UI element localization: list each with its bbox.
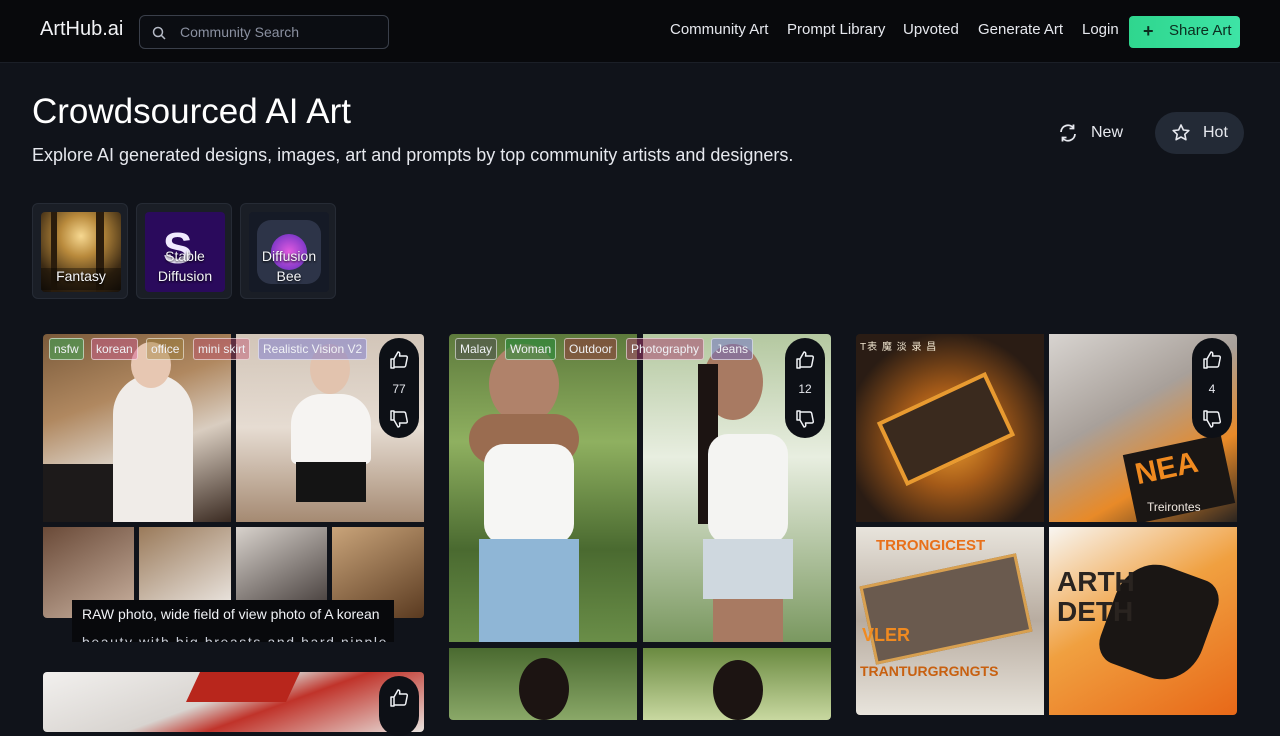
tag-chip[interactable]: office	[146, 338, 185, 360]
post-image[interactable]	[449, 648, 637, 720]
vote-count: 77	[392, 382, 406, 396]
vote-widget	[379, 676, 419, 736]
post-card[interactable]	[449, 334, 831, 720]
thumbs-down-icon[interactable]	[795, 409, 815, 429]
art-text: T表 魔 淡 录 昌	[860, 342, 938, 353]
sort-new-button[interactable]: New	[1050, 114, 1140, 152]
tag-chip[interactable]: Outdoor	[564, 338, 618, 360]
category-fantasy[interactable]: Fantasy	[32, 203, 128, 299]
tag-chip[interactable]: mini skirt	[193, 338, 251, 360]
vote-count: 4	[1208, 382, 1216, 396]
category-stable-diffusion[interactable]: S Stable Diffusion	[136, 203, 232, 299]
thumbs-down-icon[interactable]	[1202, 409, 1222, 429]
tag-chip[interactable]: Photography	[626, 338, 705, 360]
art-text: TRANTURGRGNGTS	[860, 663, 999, 679]
plus-icon: +	[1143, 21, 1154, 41]
vote-widget: 12	[785, 338, 825, 438]
nav-upvoted[interactable]: Upvoted	[903, 21, 959, 38]
post-image[interactable]: TRRONGICEST VLER TRANTURGRGNGTS	[856, 527, 1044, 715]
tag-chip[interactable]: Realistic Vision V2	[258, 338, 368, 360]
post-image[interactable]	[43, 334, 231, 522]
sort-new-label: New	[1091, 124, 1124, 141]
vote-widget: 77	[379, 338, 419, 438]
prompt-text: beauty with big breasts and hard nipple …	[82, 634, 394, 642]
tag-chip[interactable]: Malay	[455, 338, 498, 360]
search-icon	[152, 26, 166, 40]
vote-widget: 4	[1192, 338, 1232, 438]
post-card[interactable]	[43, 334, 424, 618]
thumbs-up-icon[interactable]	[389, 350, 409, 370]
thumbs-down-icon[interactable]	[389, 409, 409, 429]
tag-chip[interactable]: Jeans	[711, 338, 754, 360]
art-text: ARTH DETH	[1057, 566, 1135, 627]
star-icon	[1172, 124, 1190, 141]
vote-count: 12	[798, 382, 812, 396]
art-text: TRRONGICEST	[876, 537, 986, 554]
nav-generate-art[interactable]: Generate Art	[978, 21, 1063, 38]
post-image[interactable]	[449, 334, 637, 642]
refresh-icon	[1060, 124, 1076, 142]
nav-community-art[interactable]: Community Art	[670, 21, 768, 38]
share-art-button[interactable]: + Share Art	[1129, 16, 1240, 48]
community-search[interactable]	[139, 15, 389, 49]
post-image[interactable]: T表 魔 淡 录 昌	[856, 334, 1044, 522]
category-label: Bee	[276, 268, 302, 284]
sort-hot-label: Hot	[1203, 124, 1228, 141]
thumbs-up-icon[interactable]	[389, 688, 409, 708]
tag-chip[interactable]: Woman	[505, 338, 557, 360]
share-art-label: Share Art	[1169, 22, 1232, 39]
thumbs-up-icon[interactable]	[1202, 350, 1222, 370]
sort-hot-button[interactable]: Hot	[1155, 112, 1244, 154]
post-image[interactable]: ARTH DETH	[1049, 527, 1237, 715]
search-input[interactable]	[180, 16, 380, 48]
post-card[interactable]: T表 魔 淡 录 昌 NEA Treirontes TRRONGICEST VL…	[856, 334, 1237, 715]
category-label: Diffusion	[261, 248, 317, 264]
nav-prompt-library[interactable]: Prompt Library	[787, 21, 885, 38]
post-card[interactable]	[43, 672, 424, 732]
page-subtitle: Explore AI generated designs, images, ar…	[32, 145, 794, 165]
post-image[interactable]	[643, 648, 831, 720]
tag-chip[interactable]: korean	[91, 338, 138, 360]
category-label: Fantasy	[56, 268, 106, 284]
thumbs-up-icon[interactable]	[795, 350, 815, 370]
category-diffusion-bee[interactable]: Diffusion Bee	[240, 203, 336, 299]
page-title: Crowdsourced AI Art	[32, 92, 352, 131]
nav-login[interactable]: Login	[1082, 21, 1119, 38]
site-logo[interactable]: ArtHub.ai	[40, 18, 123, 41]
category-label: Stable	[165, 248, 205, 264]
tag-chip[interactable]: nsfw	[49, 338, 84, 360]
art-text: Treirontes	[1147, 500, 1201, 514]
post-prompt: RAW photo, wide field of view photo of A…	[72, 600, 394, 642]
category-label: Diffusion	[157, 268, 213, 284]
top-navbar: ArtHub.ai Community Art Prompt Library U…	[0, 0, 1280, 63]
art-text: VLER	[862, 625, 911, 645]
prompt-text: RAW photo, wide field of view photo of A…	[82, 606, 380, 622]
